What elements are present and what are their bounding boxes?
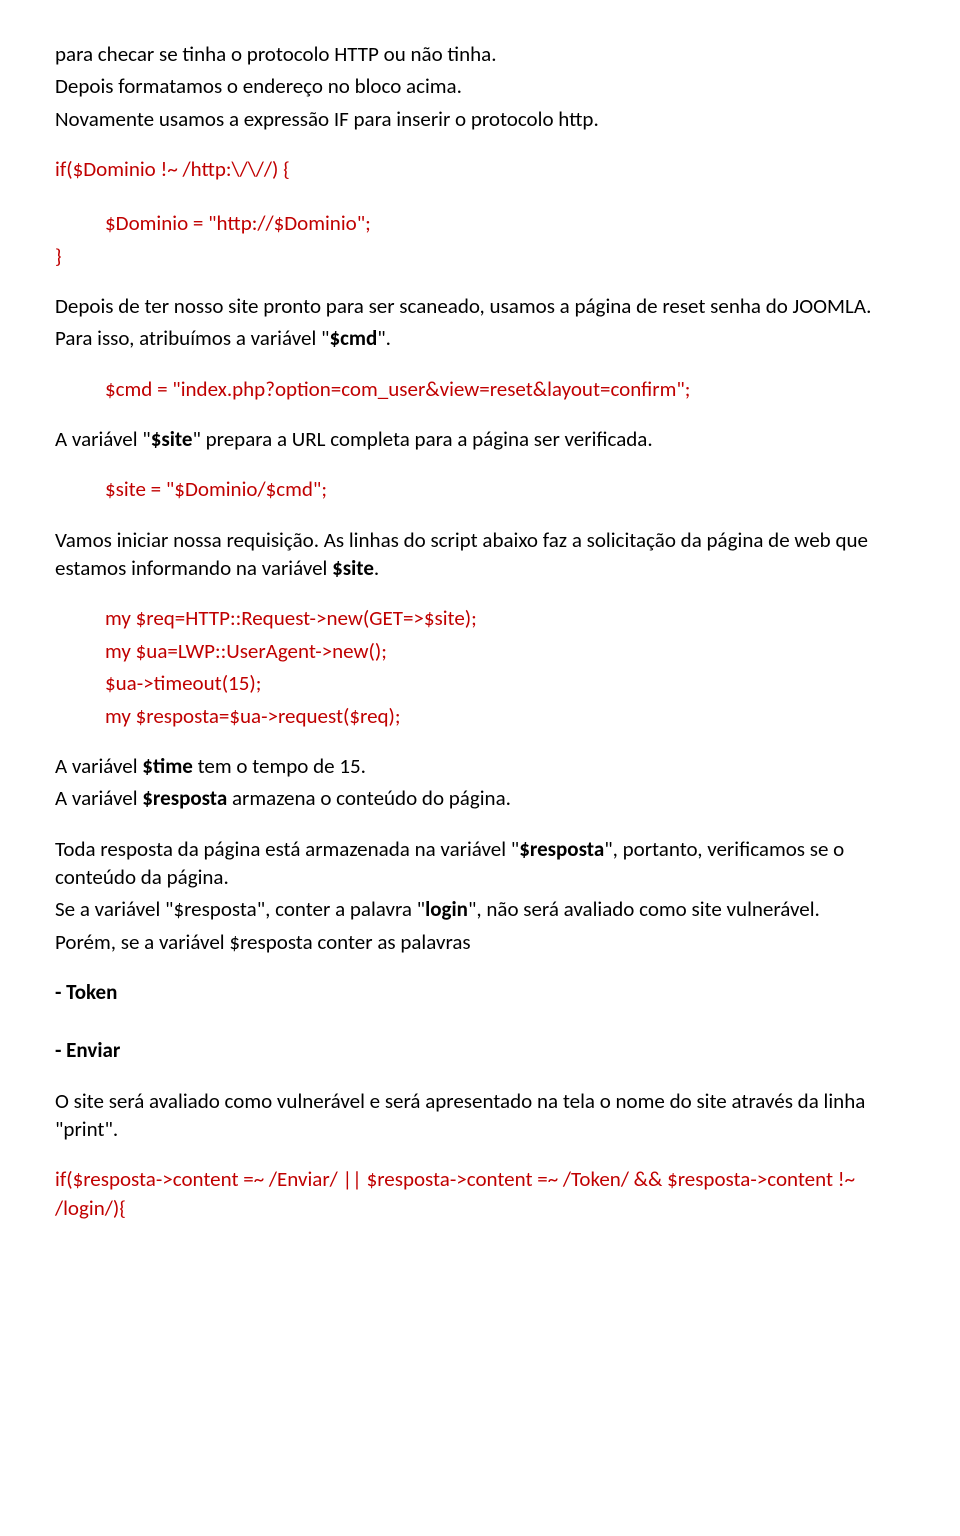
code-line: $cmd = "index.php?option=com_user&view=r… [105,375,905,403]
text: Para isso, atribuímos a variável " [55,325,329,351]
text-line: O site será avaliado como vulnerável e s… [55,1087,905,1144]
var-site: $site [332,555,374,581]
text: " prepara a URL completa para a página s… [192,426,652,452]
code-block-site: $site = "$Dominio/$cmd"; [55,475,905,503]
code-line: $ua->timeout(15); [105,669,905,697]
code-block-if-resposta: if($resposta->content =~ /Enviar/ || $re… [55,1165,905,1222]
text-line: Novamente usamos a expressão IF para ins… [55,105,905,133]
text: tem o tempo de 15. [193,753,366,779]
text: . [374,555,379,581]
text-line: Toda resposta da página está armazenada … [55,835,905,892]
text-line: A variável $resposta armazena o conteúdo… [55,784,905,812]
var-resposta: $resposta [142,785,227,811]
code-line: my $resposta=$ua->request($req); [105,702,905,730]
text: A variável [55,785,142,811]
code-line: my $ua=LWP::UserAgent->new(); [105,637,905,665]
text-line: Porém, se a variável $resposta conter as… [55,928,905,956]
text: A variável [55,753,142,779]
code-line: if($Dominio !~ /http:\/\//) { [55,155,905,183]
text: A variável " [55,426,151,452]
paragraph-vulneravel: O site será avaliado como vulnerável e s… [55,1087,905,1144]
text-line: Vamos iniciar nossa requisição. As linha… [55,526,905,583]
code-line: $Dominio = "http://$Dominio"; [55,209,905,237]
intro-paragraph: para checar se tinha o protocolo HTTP ou… [55,40,905,133]
text: Se a variável "$resposta", conter a pala… [55,896,425,922]
text-line: Para isso, atribuímos a variável "$cmd". [55,324,905,352]
text: ", não será avaliado como site vulneráve… [468,896,820,922]
list-item-token: - Token [55,978,905,1006]
list-enviar: - Enviar [55,1036,905,1064]
code-block-request: my $req=HTTP::Request->new(GET=>$site); … [55,604,905,729]
code-line: $site = "$Dominio/$cmd"; [105,475,905,503]
text: armazena o conteúdo do página. [227,785,511,811]
list-item-enviar: - Enviar [55,1036,905,1064]
paragraph-site: A variável "$site" prepara a URL complet… [55,425,905,453]
text-line: Depois formatamos o endereço no bloco ac… [55,72,905,100]
var-resposta: $resposta [519,836,604,862]
list-token: - Token [55,978,905,1006]
code-line: my $req=HTTP::Request->new(GET=>$site); [105,604,905,632]
code-line: if($resposta->content =~ /Enviar/ || $re… [55,1165,905,1222]
var-cmd: $cmd [329,325,377,351]
code-block-cmd: $cmd = "index.php?option=com_user&view=r… [55,375,905,403]
paragraph-request: Vamos iniciar nossa requisição. As linha… [55,526,905,583]
code-block-if-dominio: if($Dominio !~ /http:\/\//) { $Dominio =… [55,155,905,270]
word-login: login [425,896,468,922]
var-site: $site [151,426,193,452]
text: Toda resposta da página está armazenada … [55,836,519,862]
text-line: A variável "$site" prepara a URL complet… [55,425,905,453]
var-time: $time [142,753,193,779]
text-line: A variável $time tem o tempo de 15. [55,752,905,780]
text: Vamos iniciar nossa requisição. As linha… [55,527,868,581]
paragraph-resposta-check: Toda resposta da página está armazenada … [55,835,905,956]
code-line: } [55,242,905,270]
text: ". [377,325,391,351]
paragraph-time-resposta: A variável $time tem o tempo de 15. A va… [55,752,905,813]
text-line: Depois de ter nosso site pronto para ser… [55,292,905,320]
paragraph-joomla: Depois de ter nosso site pronto para ser… [55,292,905,353]
text-line: para checar se tinha o protocolo HTTP ou… [55,40,905,68]
text-line: Se a variável "$resposta", conter a pala… [55,895,905,923]
